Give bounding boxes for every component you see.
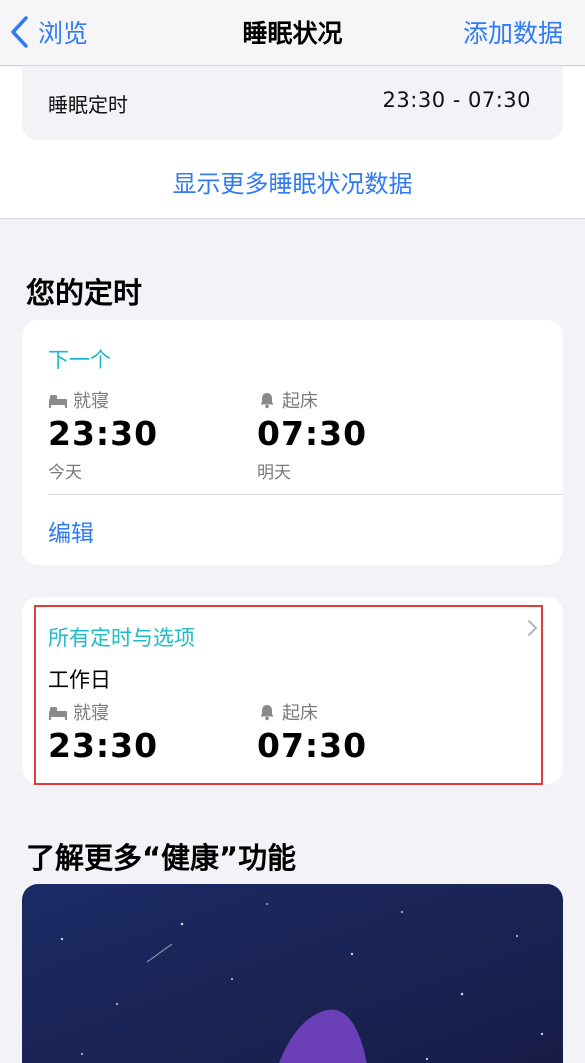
sleep-schedule-label: 睡眠定时 [48,93,128,117]
nav-bar: 浏览 睡眠状况 添加数据 [0,0,585,66]
bedtime-value: 23:30 [48,414,159,453]
all-schedules-heading: 所有定时与选项 [48,626,195,650]
show-more-sleep-data-link[interactable]: 显示更多睡眠状况数据 [0,164,585,199]
your-schedules-title: 您的定时 [26,276,143,310]
card-divider [48,494,563,495]
bed-icon [49,395,67,408]
bedtime-label-text: 就寝 [73,391,109,412]
all-bedtime-label: 就寝 [48,699,109,725]
next-heading: 下一个 [48,348,111,372]
sleep-schedule-value: 23:30 - 07:30 [382,88,531,112]
wake-value: 07:30 [257,414,368,453]
night-sky-illustration [60,903,544,1063]
learn-more-title: 了解更多“健康”功能 [26,841,297,875]
all-wake-value: 07:30 [257,726,368,765]
add-data-button[interactable]: 添加数据 [463,14,563,50]
all-bedtime-value: 23:30 [48,726,159,765]
wake-label-text: 起床 [282,391,318,412]
wake-day: 明天 [257,463,291,483]
schedule-name: 工作日 [48,668,111,692]
bed-icon [49,707,67,720]
all-bedtime-label-text: 就寝 [73,703,109,724]
edit-button[interactable]: 编辑 [48,514,94,548]
bell-icon [260,393,274,409]
chevron-right-icon [528,620,537,636]
health-feature-image-card[interactable] [22,884,563,1063]
bell-icon [260,705,274,721]
sleep-schedule-row: 睡眠定时 23:30 - 07:30 [22,67,563,140]
bedtime-label: 就寝 [48,387,109,413]
next-schedule-card: 下一个 就寝 23:30 今天 起床 07:30 明天 编辑 [22,320,563,565]
all-wake-label: 起床 [257,699,318,725]
bedtime-day: 今天 [48,463,82,483]
wake-label: 起床 [257,387,318,413]
sleep-page: 浏览 睡眠状况 添加数据 睡眠定时 23:30 - 07:30 显示更多睡眠状况… [0,0,585,1063]
all-schedules-card[interactable]: 所有定时与选项 工作日 就寝 23:30 起床 07:30 [22,597,563,784]
all-wake-label-text: 起床 [282,703,318,724]
